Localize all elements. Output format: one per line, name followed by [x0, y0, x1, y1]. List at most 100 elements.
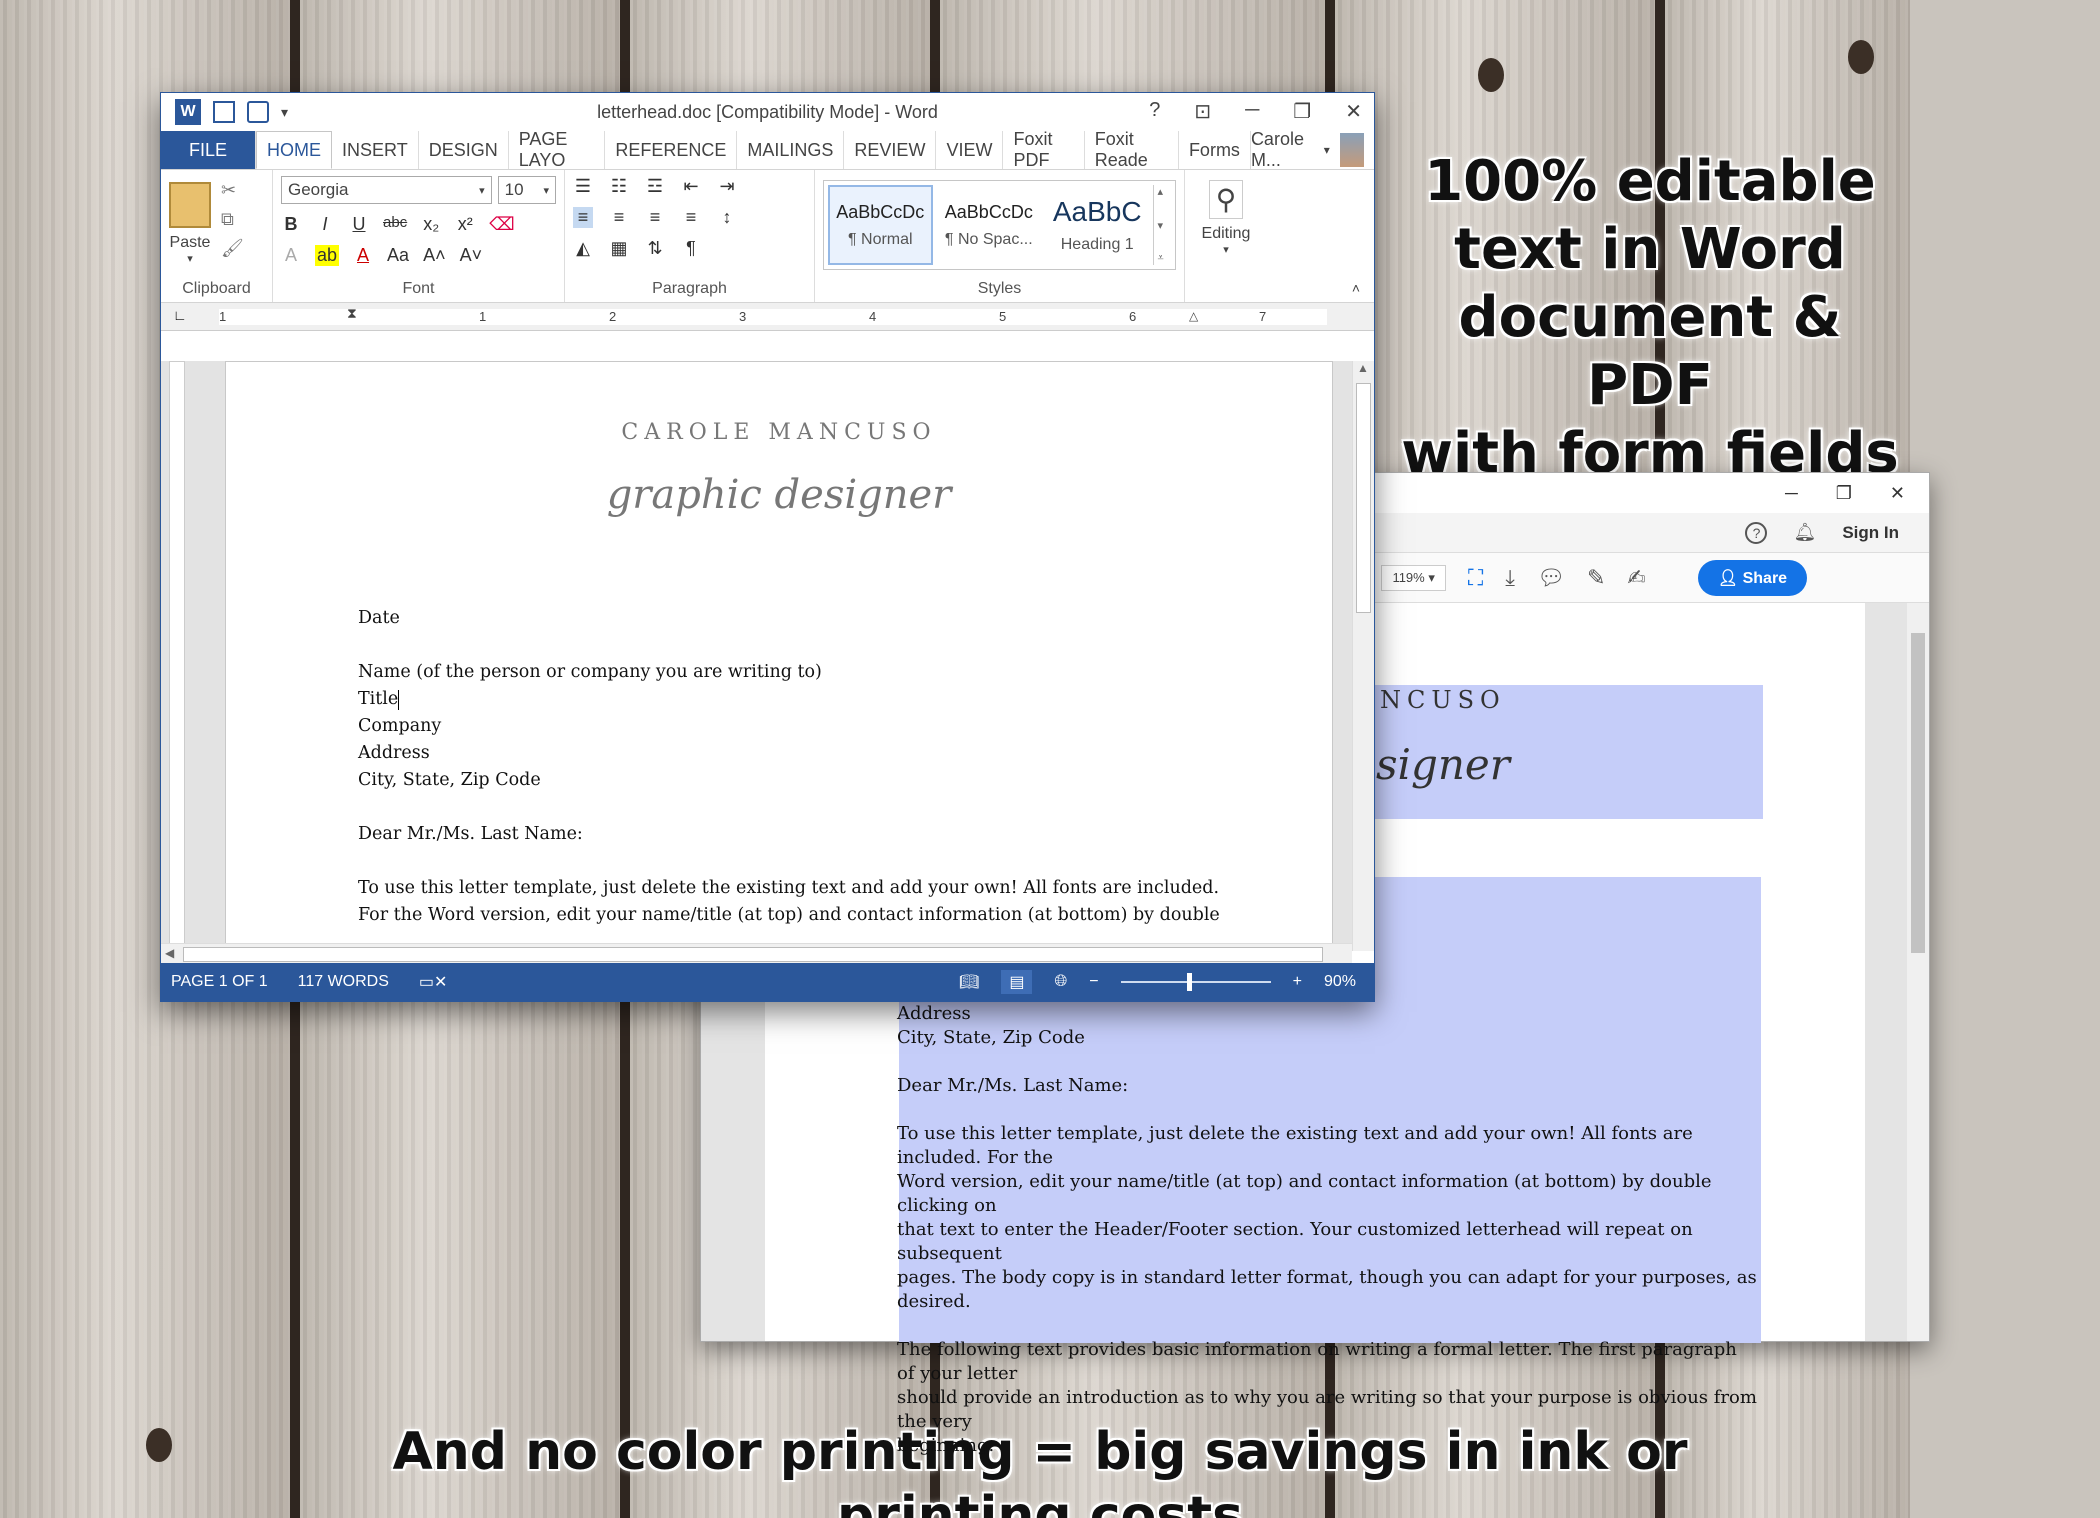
share-button[interactable]: 👤︎ Share: [1697, 559, 1808, 596]
minimize-icon[interactable]: ─: [1785, 483, 1798, 504]
shading-icon[interactable]: ◭: [573, 238, 593, 259]
tab-review[interactable]: REVIEW: [844, 131, 937, 169]
sign-icon[interactable]: ✍︎: [1627, 565, 1645, 591]
indent-marker-icon[interactable]: ⧗: [347, 305, 357, 322]
pdf-scrollbar[interactable]: [1907, 603, 1929, 1341]
vertical-scrollbar[interactable]: ▲: [1352, 361, 1374, 951]
tab-references[interactable]: REFERENCE: [605, 131, 738, 169]
help-icon[interactable]: ?: [1745, 521, 1768, 544]
tab-file[interactable]: FILE: [161, 131, 257, 169]
style-no-spacing[interactable]: AaBbCcDc ¶ No Spac...: [937, 185, 1041, 265]
tab-insert[interactable]: INSERT: [332, 131, 419, 169]
tab-forms[interactable]: Forms: [1179, 131, 1251, 169]
zoom-level[interactable]: 90%: [1324, 973, 1356, 991]
minimize-icon[interactable]: ─: [1245, 99, 1259, 124]
font-color-icon[interactable]: A: [353, 245, 373, 266]
zoom-slider[interactable]: [1120, 973, 1271, 991]
grow-font-icon[interactable]: A˄: [423, 245, 446, 266]
align-left-icon[interactable]: ≡: [573, 207, 593, 228]
italic-button[interactable]: I: [315, 214, 335, 235]
word-count[interactable]: 117 WORDS: [298, 973, 389, 991]
scroll-up-icon[interactable]: ▲: [1357, 361, 1369, 375]
close-icon[interactable]: ✕: [1345, 99, 1362, 124]
proofing-icon[interactable]: ▭✕: [419, 972, 448, 992]
sort-icon[interactable]: ⇅: [645, 238, 665, 259]
borders-icon[interactable]: ▦: [609, 238, 629, 259]
bold-button[interactable]: B: [281, 214, 301, 235]
multilevel-list-icon[interactable]: ☲: [645, 176, 665, 197]
customize-qat-icon[interactable]: ▾: [281, 104, 288, 121]
tab-home[interactable]: HOME: [256, 131, 333, 169]
restore-icon[interactable]: ❐: [1293, 99, 1311, 124]
print-layout-icon[interactable]: ▤: [1001, 970, 1033, 994]
bell-icon[interactable]: 🔔︎: [1793, 522, 1816, 543]
zoom-out-button[interactable]: −: [1089, 973, 1098, 991]
styles-more-icon[interactable]: ⩡: [1157, 252, 1171, 265]
pdf-scroll-thumb[interactable]: [1911, 633, 1925, 953]
zoom-in-button[interactable]: +: [1293, 973, 1302, 991]
cut-icon[interactable]: ✂: [221, 180, 244, 201]
bullets-icon[interactable]: ☰: [573, 176, 593, 197]
styles-scroll-up-icon[interactable]: ▴: [1157, 185, 1171, 198]
page-count[interactable]: PAGE 1 OF 1: [171, 973, 268, 991]
show-marks-icon[interactable]: ¶: [681, 238, 701, 259]
tab-foxit-reader[interactable]: Foxit Reade: [1085, 129, 1179, 170]
copy-icon[interactable]: ⧉: [221, 209, 244, 230]
line-spacing-icon[interactable]: ↕: [717, 207, 737, 228]
touch-mode-icon[interactable]: [247, 101, 269, 123]
highlight-pen-icon[interactable]: ✎: [1587, 565, 1605, 591]
scroll-left-icon[interactable]: ◀: [165, 946, 174, 960]
change-case-icon[interactable]: Aa: [387, 245, 409, 266]
font-size-select[interactable]: 10 ▾: [497, 176, 556, 204]
help-icon[interactable]: ?: [1149, 99, 1160, 124]
ribbon-display-icon[interactable]: ⊡: [1194, 99, 1211, 124]
superscript-button[interactable]: x²: [455, 214, 475, 235]
zoom-slider-knob[interactable]: [1186, 973, 1192, 991]
save-icon[interactable]: [213, 101, 235, 123]
clear-formatting-icon[interactable]: ⌫: [489, 214, 514, 235]
styles-scroll-down-icon[interactable]: ▾: [1157, 219, 1171, 232]
editing-button[interactable]: ⚲ Editing ▾: [1193, 180, 1259, 256]
subscript-button[interactable]: x₂: [421, 214, 441, 235]
increase-indent-icon[interactable]: ⇥: [717, 176, 737, 197]
scroll-mode-icon[interactable]: ⤓: [1505, 565, 1515, 591]
close-icon[interactable]: ✕: [1890, 483, 1905, 504]
zoom-select[interactable]: 119% ▾: [1381, 564, 1446, 591]
align-center-icon[interactable]: ≡: [609, 207, 629, 228]
collapse-ribbon-icon[interactable]: ˄: [1352, 280, 1360, 296]
tab-selector-icon[interactable]: ∟: [173, 307, 187, 323]
shrink-font-icon[interactable]: A˅: [460, 245, 483, 266]
vertical-ruler[interactable]: [169, 361, 185, 951]
style-normal[interactable]: AaBbCcDc ¶ Normal: [828, 185, 933, 265]
vertical-scroll-thumb[interactable]: [1356, 383, 1371, 613]
web-layout-icon[interactable]: 🌐︎: [1054, 973, 1067, 991]
justify-icon[interactable]: ≡: [681, 207, 701, 228]
format-painter-icon[interactable]: 🖌︎: [221, 238, 244, 259]
tab-design[interactable]: DESIGN: [419, 131, 509, 169]
document-page[interactable]: CAROLE MANCUSO graphic designer Date Nam…: [225, 361, 1333, 951]
right-indent-marker-icon[interactable]: △: [1189, 309, 1198, 323]
restore-icon[interactable]: ❐: [1836, 483, 1852, 504]
tab-mailings[interactable]: MAILINGS: [737, 131, 845, 169]
tab-foxit-pdf[interactable]: Foxit PDF: [1003, 129, 1085, 170]
read-mode-icon[interactable]: 📖︎: [959, 972, 979, 992]
highlight-icon[interactable]: ab: [315, 245, 340, 266]
strikethrough-button[interactable]: abc: [383, 214, 407, 235]
decrease-indent-icon[interactable]: ⇤: [681, 176, 701, 197]
text-effects-icon[interactable]: A: [281, 245, 301, 266]
tab-page-layout[interactable]: PAGE LAYO: [509, 129, 606, 170]
align-right-icon[interactable]: ≡: [645, 207, 665, 228]
horizontal-scrollbar[interactable]: ◀: [161, 943, 1352, 965]
paste-button[interactable]: Paste ▾: [169, 182, 211, 265]
numbering-icon[interactable]: ☷: [609, 176, 629, 197]
tab-view[interactable]: VIEW: [936, 131, 1004, 169]
horizontal-scroll-thumb[interactable]: [183, 947, 1323, 962]
sign-in-link[interactable]: Sign In: [1842, 523, 1899, 543]
comment-icon[interactable]: 💬︎: [1537, 565, 1565, 591]
underline-button[interactable]: U: [349, 214, 369, 235]
font-name-select[interactable]: Georgia ▾: [281, 176, 492, 204]
fit-page-icon[interactable]: ⛶: [1468, 565, 1483, 591]
user-account[interactable]: Carole M... ▾: [1251, 129, 1374, 170]
horizontal-ruler[interactable]: ∟ 1 1 2 3 4 5 6 7 ⧗ △: [161, 303, 1374, 331]
style-heading-1[interactable]: AaBbC Heading 1: [1045, 185, 1149, 265]
